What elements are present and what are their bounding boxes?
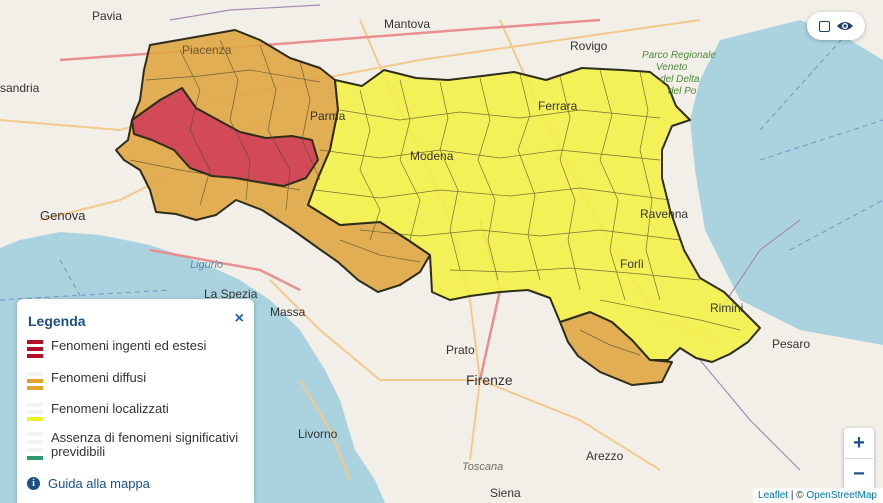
legend-item-label: Assenza di fenomeni significativi previd… [51,430,239,459]
svg-text:Arezzo: Arezzo [586,449,624,463]
svg-text:Pesaro: Pesaro [772,337,810,351]
svg-text:Parma: Parma [310,109,346,123]
svg-text:sandria: sandria [0,81,40,95]
svg-text:Firenze: Firenze [466,372,513,388]
guide-label[interactable]: Guida alla mappa [48,476,150,491]
svg-text:Livorno: Livorno [298,427,338,441]
checkbox-icon[interactable] [818,20,830,32]
layer-toggle[interactable] [807,12,865,40]
svg-text:del Delta: del Delta [660,74,700,85]
legend-item-assenza: Assenza di fenomeni significativi previd… [27,431,241,460]
zoom-control: + − [844,428,874,490]
zoom-out-button[interactable]: − [844,458,874,489]
svg-text:Veneto: Veneto [656,62,688,73]
legend-item-label: Fenomeni ingenti ed estesi [51,338,207,353]
svg-text:Prato: Prato [446,343,475,357]
legend-item-diffusi: Fenomeni diffusi [27,371,241,390]
legend-item-localizzati: Fenomeni localizzati [27,402,241,421]
zoom-in-button[interactable]: + [844,428,874,458]
legend-item-label: Fenomeni localizzati [51,401,169,416]
svg-text:Ligurio: Ligurio [190,259,223,271]
svg-text:Siena: Siena [490,486,521,500]
legend-title: Legenda [28,313,86,329]
orange-swatch-icon [27,372,43,390]
svg-text:Genova: Genova [40,208,86,223]
svg-text:Toscana: Toscana [462,461,503,473]
svg-text:Ferrara: Ferrara [538,99,578,113]
green-swatch-icon [27,432,43,460]
svg-text:Rovigo: Rovigo [570,39,608,53]
svg-text:Mantova: Mantova [384,17,430,31]
svg-text:del Po: del Po [668,86,697,97]
yellow-swatch-icon [27,403,43,421]
eye-icon[interactable] [836,20,854,32]
guide-link[interactable]: i Guida alla mappa [27,476,150,491]
svg-text:Parco Regionale: Parco Regionale [642,50,716,61]
attribution-separator: | © [788,490,807,501]
leaflet-link[interactable]: Leaflet [758,490,788,501]
sea-labels: Ligurio [190,259,223,271]
info-icon: i [27,477,40,490]
red-swatch-icon [27,340,43,358]
svg-text:Ravenna: Ravenna [640,207,688,221]
svg-text:Modena: Modena [410,149,454,163]
legend-item-label: Fenomeni diffusi [51,370,147,385]
close-icon[interactable]: × [235,310,244,328]
region-labels: Toscana [462,461,503,473]
legend-item-ingenti: Fenomeni ingenti ed estesi [27,339,241,358]
legend-panel: Legenda × Fenomeni ingenti ed estesi Fen… [17,299,254,503]
attribution: Leaflet | © OpenStreetMap [753,488,883,503]
svg-text:Massa: Massa [270,305,306,319]
osm-link[interactable]: OpenStreetMap [806,490,877,501]
svg-text:Rimini: Rimini [710,301,743,315]
svg-text:Piacenza: Piacenza [182,43,232,57]
svg-text:Forlì: Forlì [620,257,644,271]
svg-text:Pavia: Pavia [92,9,122,23]
